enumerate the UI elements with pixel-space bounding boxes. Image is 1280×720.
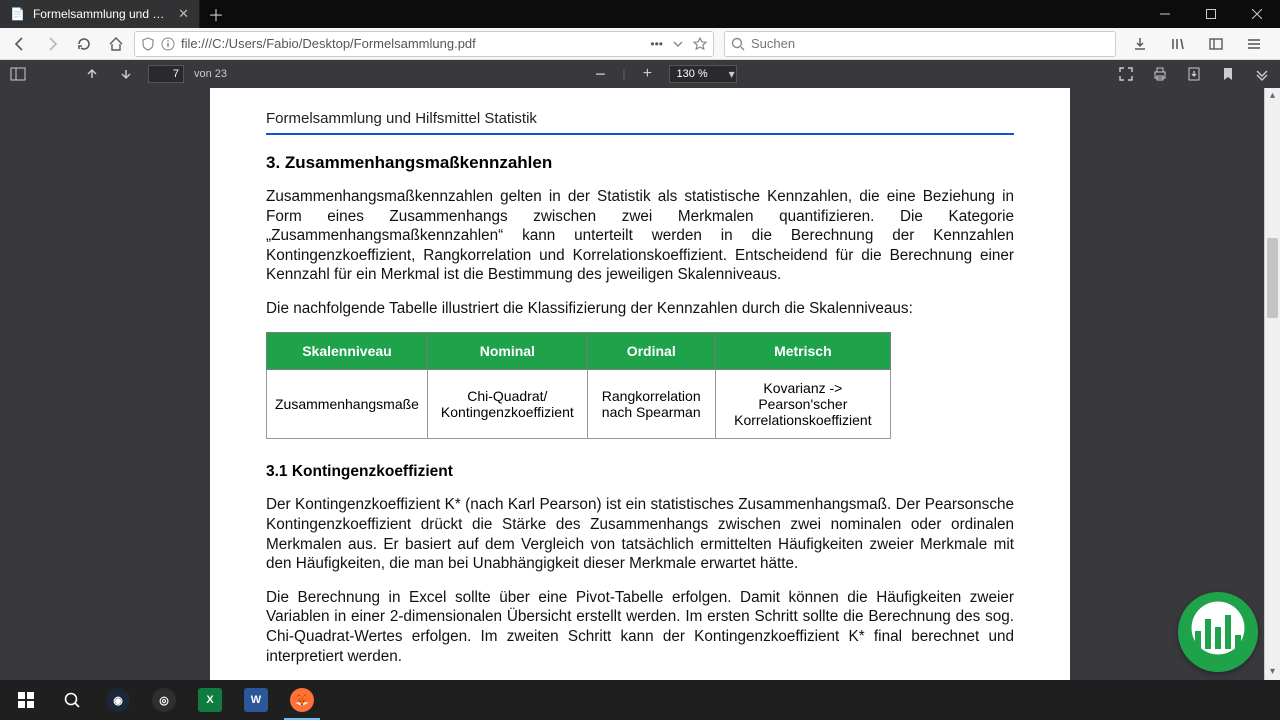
search-input[interactable] [751,36,1109,51]
window-title-bar: 📄 Formelsammlung und Hilfsmittel S ✕ ＋ [0,0,1280,28]
table-header: Skalenniveau [267,333,428,370]
library-icon[interactable] [1164,30,1192,58]
scroll-thumb[interactable] [1267,238,1278,318]
close-window-button[interactable] [1234,0,1280,28]
windows-taskbar: ◉ ◎ X W 🦊 [0,680,1280,720]
close-tab-icon[interactable]: ✕ [178,6,189,22]
search-icon [731,37,745,51]
pdf-page: Formelsammlung und Hilfsmittel Statistik… [210,88,1070,680]
table-cell: Kovarianz -> Pearson'scher Korrelationsk… [715,370,890,439]
tools-menu-button[interactable] [1250,62,1274,86]
skalenniveau-table: Skalenniveau Nominal Ordinal Metrisch Zu… [266,332,891,439]
taskbar-app-excel[interactable]: X [188,680,232,720]
info-icon[interactable] [161,37,175,51]
forward-button[interactable] [38,30,66,58]
presentation-mode-button[interactable] [1114,62,1138,86]
bookmark-star-icon[interactable] [693,37,707,51]
new-tab-button[interactable]: ＋ [200,0,232,28]
pdf-toolbar: von 23 − | + 130 % ▾ [0,60,1280,88]
window-controls [1142,0,1280,28]
download-button[interactable] [1182,62,1206,86]
maximize-button[interactable] [1188,0,1234,28]
tab-strip: 📄 Formelsammlung und Hilfsmittel S ✕ ＋ [0,0,232,28]
paragraph: Die Berechnung in Excel sollte über eine… [266,588,1014,666]
paragraph: Zusammenhangsmaßkennzahlen gelten in der… [266,187,1014,285]
taskbar-app-word[interactable]: W [234,680,278,720]
pdf-viewport[interactable]: Formelsammlung und Hilfsmittel Statistik… [0,88,1280,680]
zoom-in-button[interactable]: + [635,62,659,86]
scroll-down-icon[interactable]: ▾ [1265,664,1280,680]
table-header-row: Skalenniveau Nominal Ordinal Metrisch [267,333,891,370]
taskbar-app-steam[interactable]: ◉ [96,680,140,720]
scroll-up-icon[interactable]: ▴ [1265,88,1280,104]
url-text: file:///C:/Users/Fabio/Desktop/Formelsam… [181,36,644,51]
minimize-button[interactable] [1142,0,1188,28]
table-header: Nominal [427,333,587,370]
home-button[interactable] [102,30,130,58]
search-bar[interactable] [724,31,1116,57]
browser-tab[interactable]: 📄 Formelsammlung und Hilfsmittel S ✕ [0,0,200,28]
browser-nav-bar: file:///C:/Users/Fabio/Desktop/Formelsam… [0,28,1280,60]
section-heading: 3. Zusammenhangsmaßkennzahlen [266,153,1014,173]
vertical-scrollbar[interactable]: ▴ ▾ [1264,88,1280,680]
next-page-button[interactable] [114,62,138,86]
page-count-label: von 23 [194,68,227,80]
subsection-heading: 3.1 Kontingenzkoeffizient [266,463,1014,481]
start-button[interactable] [4,680,48,720]
downloads-icon[interactable] [1126,30,1154,58]
reader-mode-dropdown-icon[interactable] [673,39,683,49]
print-button[interactable] [1148,62,1172,86]
bookmark-icon[interactable] [1216,62,1240,86]
taskbar-app-obs[interactable]: ◎ [142,680,186,720]
prev-page-button[interactable] [80,62,104,86]
page-number-input[interactable] [148,65,184,83]
app-menu-icon[interactable] [1240,30,1268,58]
sidebar-icon[interactable] [1202,30,1230,58]
table-cell: Rangkorrelation nach Spearman [587,370,715,439]
paragraph: Die nachfolgende Tabelle illustriert die… [266,299,1014,319]
zoom-select[interactable]: 130 % [669,65,736,83]
zoom-out-button[interactable]: − [588,62,612,86]
toggle-sidebar-button[interactable] [6,62,30,86]
table-row: Zusammenhangsmaße Chi-Quadrat/ Kontingen… [267,370,891,439]
more-actions-icon[interactable]: ••• [650,37,663,51]
page-running-head: Formelsammlung und Hilfsmittel Statistik [266,110,1014,135]
tab-title: Formelsammlung und Hilfsmittel S [33,7,170,21]
table-header: Ordinal [587,333,715,370]
reload-button[interactable] [70,30,98,58]
paragraph: Der Kontingenzkoeffizient K* (nach Karl … [266,495,1014,573]
shield-icon [141,37,155,51]
back-button[interactable] [6,30,34,58]
channel-logo-badge [1178,592,1258,672]
taskbar-app-firefox[interactable]: 🦊 [280,680,324,720]
taskbar-search-button[interactable] [50,680,94,720]
address-bar[interactable]: file:///C:/Users/Fabio/Desktop/Formelsam… [134,31,714,57]
tab-favicon: 📄 [10,7,25,21]
table-cell: Chi-Quadrat/ Kontingenzkoeffizient [427,370,587,439]
table-header: Metrisch [715,333,890,370]
table-cell: Zusammenhangsmaße [267,370,428,439]
